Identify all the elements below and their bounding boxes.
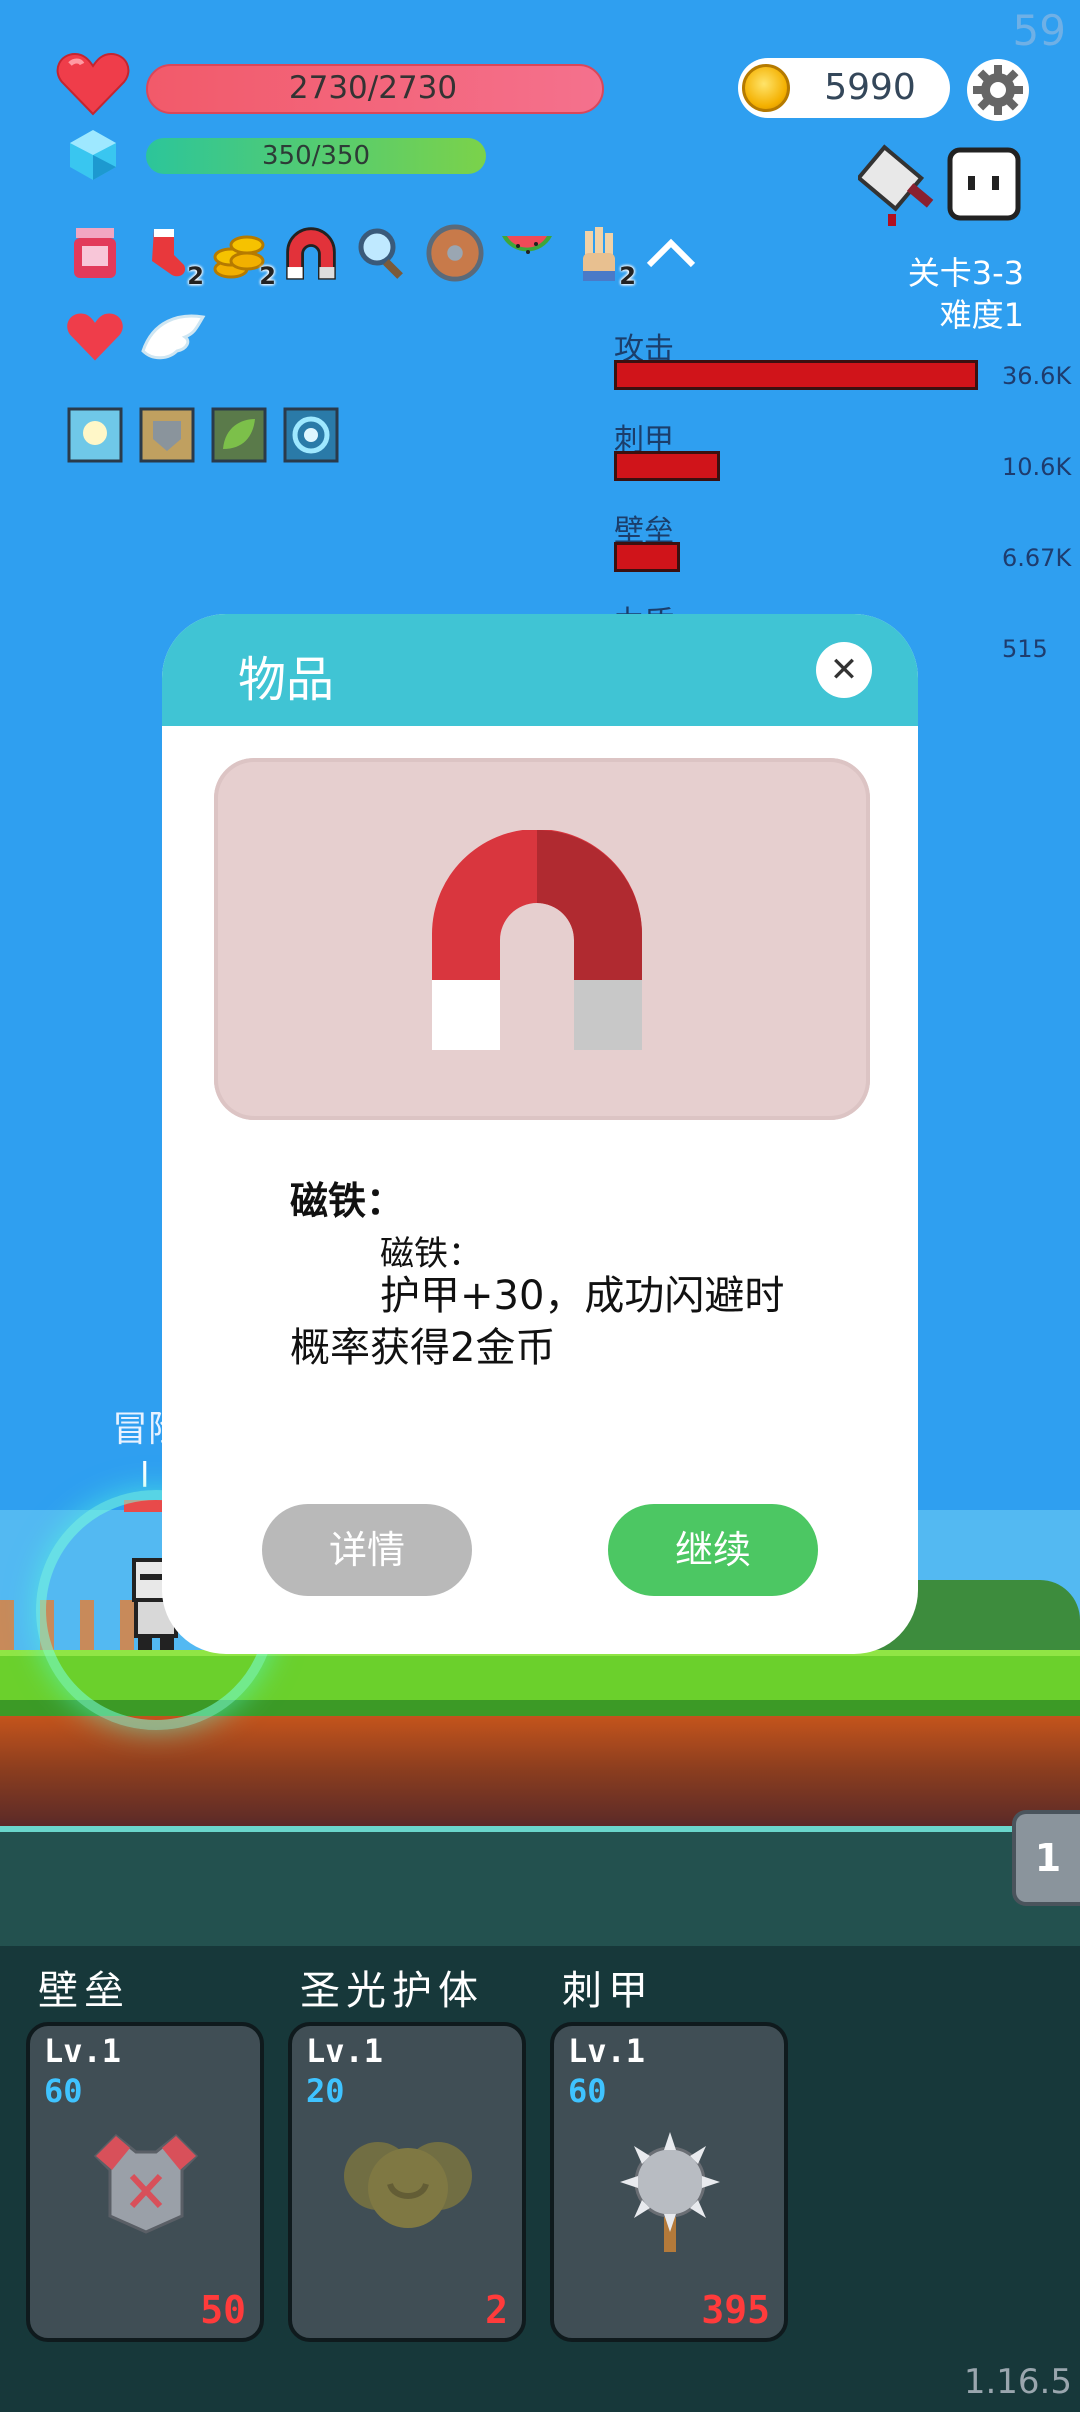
damage-stat-row: 刺甲 10.6K xyxy=(614,415,1074,505)
stage-label: 关卡3-3 xyxy=(907,254,1024,292)
version-label: 1.16.5 xyxy=(963,2362,1072,2402)
skill-level: Lv.1 xyxy=(306,2032,384,2070)
skill-title: 刺甲 xyxy=(562,1968,654,2014)
lightbulb-buff-icon[interactable] xyxy=(66,404,124,466)
damage-stat-value: 10.6K xyxy=(1002,453,1072,481)
water-layer xyxy=(0,1826,1080,1946)
item-row-2 xyxy=(66,306,208,368)
skill-title: 壁垒 xyxy=(38,1968,130,2014)
damage-stat-bar xyxy=(614,360,978,390)
item-count-badge: 2 xyxy=(259,262,276,290)
hp-text: 2730/2730 xyxy=(288,70,458,106)
skill-card[interactable]: Lv.1 60 50 xyxy=(26,2022,264,2342)
item-count-badge: 2 xyxy=(619,262,636,290)
coin-amount: 5990 xyxy=(824,67,916,108)
armor-icon xyxy=(86,2126,206,2240)
jam-jar-icon[interactable] xyxy=(66,222,124,284)
glove-icon[interactable]: 2 xyxy=(570,222,636,290)
coin-stack-icon[interactable]: 2 xyxy=(210,222,276,290)
armor-buff-icon[interactable] xyxy=(138,404,196,466)
holy-shield-icon xyxy=(338,2126,478,2250)
item-subtitle: 磁铁： xyxy=(380,1234,482,1274)
continue-button[interactable]: 继续 xyxy=(608,1504,818,1596)
magnet-icon[interactable] xyxy=(282,222,340,284)
damage-stat-bar xyxy=(614,451,720,481)
coin-icon xyxy=(742,64,790,112)
chevron-up-icon[interactable] xyxy=(642,222,700,284)
skill-title: 圣光护体 xyxy=(300,1968,484,2014)
close-icon[interactable]: ✕ xyxy=(816,642,872,698)
damage-stat-value: 36.6K xyxy=(1002,362,1072,390)
damage-stat-row: 攻击 36.6K xyxy=(614,324,1074,414)
cleaver-icon xyxy=(855,144,942,232)
skill-level: Lv.1 xyxy=(44,2032,122,2070)
details-button[interactable]: 详情 xyxy=(262,1504,472,1596)
skill-cost: 2 xyxy=(485,2288,508,2332)
item-count-badge: 2 xyxy=(187,262,204,290)
skill-value: 60 xyxy=(44,2072,83,2110)
extra-heart-icon[interactable] xyxy=(66,306,124,368)
skill-level: Lv.1 xyxy=(568,2032,646,2070)
vortex-buff-icon[interactable] xyxy=(282,404,340,466)
spiked-mace-icon xyxy=(610,2126,730,2260)
mp-text: 350/350 xyxy=(261,141,370,171)
angel-wing-icon[interactable] xyxy=(138,306,208,368)
damage-stat-bar xyxy=(614,542,680,572)
item-modal: 物品 ✕ 磁铁： 磁铁： 护甲+30，成功闪避时概率获得2金币 详情 继续 xyxy=(162,614,918,1654)
damage-stat-row: 壁垒 6.67K xyxy=(614,506,1074,596)
watermelon-icon[interactable] xyxy=(498,222,556,284)
item-description: 护甲+30，成功闪避时概率获得2金币 xyxy=(290,1273,785,1371)
item-preview xyxy=(214,758,870,1120)
mana-gem-icon xyxy=(66,128,120,186)
sock-icon[interactable]: 2 xyxy=(138,222,204,290)
damage-stat-value: 515 xyxy=(1002,635,1048,663)
leaf-buff-icon[interactable] xyxy=(210,404,268,466)
skill-card[interactable]: Lv.1 60 395 xyxy=(550,2022,788,2342)
round-shield-icon[interactable] xyxy=(426,222,484,284)
skill-value: 60 xyxy=(568,2072,607,2110)
skill-value: 20 xyxy=(306,2072,345,2110)
skill-cost: 395 xyxy=(701,2288,770,2332)
skill-card[interactable]: Lv.1 20 2 xyxy=(288,2022,526,2342)
item-name: 磁铁： xyxy=(290,1179,405,1223)
item-row-1: 2 2 2 xyxy=(66,222,700,290)
settings-gear-icon[interactable] xyxy=(966,58,1030,122)
magnet-large-icon xyxy=(432,829,642,1054)
buff-row xyxy=(66,404,340,466)
heart-icon xyxy=(56,52,130,120)
fps-counter: 59 xyxy=(1012,6,1066,55)
side-tab-button[interactable]: 1 xyxy=(1012,1810,1080,1906)
ghost-face-icon xyxy=(946,146,1022,226)
skill-cost: 50 xyxy=(200,2288,246,2332)
damage-stat-value: 6.67K xyxy=(1002,544,1072,572)
dirt-layer xyxy=(0,1716,1080,1826)
magnifier-icon[interactable] xyxy=(354,222,412,284)
modal-title: 物品 xyxy=(238,652,335,708)
